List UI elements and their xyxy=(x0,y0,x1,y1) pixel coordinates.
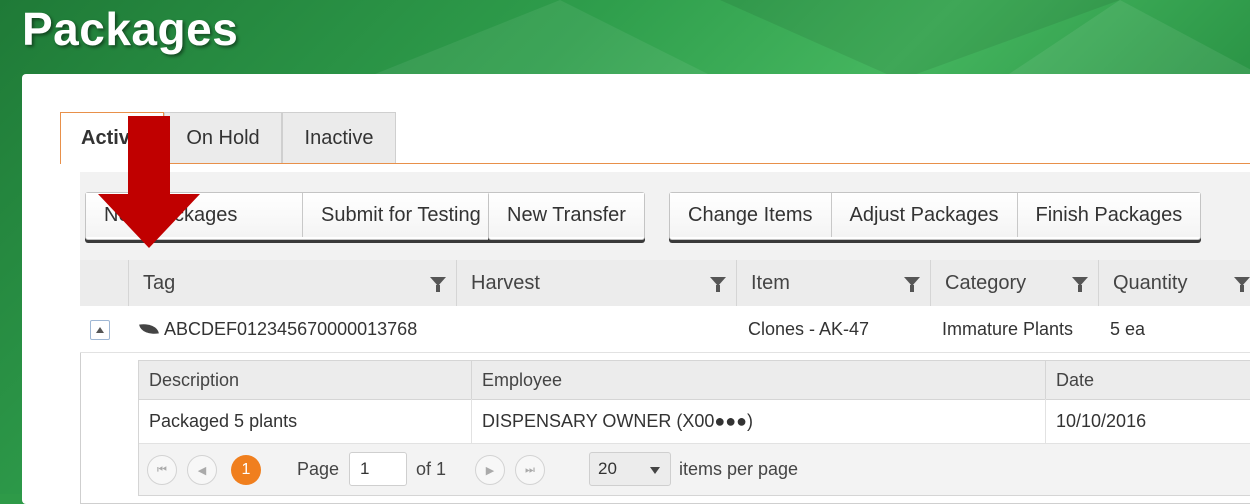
button-group-items: Change Items Adjust Packages Finish Pack… xyxy=(669,192,1202,240)
items-per-page-label: items per page xyxy=(679,459,799,479)
leaf-icon xyxy=(139,321,159,337)
column-header-label: Item xyxy=(751,271,790,294)
detail-column-header-date[interactable]: Date xyxy=(1045,361,1250,399)
column-header-item[interactable]: Item xyxy=(736,260,930,306)
chevron-down-icon xyxy=(650,467,660,474)
filter-icon[interactable] xyxy=(710,277,726,292)
button-group-transfer: New Transfer xyxy=(488,192,645,240)
detail-cell-date: 10/10/2016 xyxy=(1045,399,1250,443)
cell-category: Immature Plants xyxy=(942,318,1074,339)
change-items-button[interactable]: Change Items xyxy=(670,193,832,237)
page-label: Page xyxy=(297,459,340,479)
filter-icon[interactable] xyxy=(430,277,446,292)
filter-icon[interactable] xyxy=(1072,277,1088,292)
cell-item: Clones - AK-47 xyxy=(748,318,870,339)
last-page-button[interactable]: ⏭ xyxy=(515,455,545,485)
table-header: Tag Harvest Item Category Quantity xyxy=(80,260,1250,307)
new-transfer-button[interactable]: New Transfer xyxy=(489,193,644,237)
column-header-harvest[interactable]: Harvest xyxy=(456,260,736,306)
tag-value: ABCDEF012345670000013768 xyxy=(164,318,418,339)
expand-column-header xyxy=(80,260,128,306)
detail-row[interactable]: Packaged 5 plants DISPENSARY OWNER (X00●… xyxy=(139,399,1250,444)
cell-harvest xyxy=(456,306,736,352)
column-header-label: Tag xyxy=(143,271,176,294)
filter-icon[interactable] xyxy=(904,277,920,292)
column-header-tag[interactable]: Tag xyxy=(128,260,456,306)
submit-for-testing-button[interactable]: Submit for Testing xyxy=(303,193,499,237)
red-arrow-annotation xyxy=(98,116,200,248)
first-page-button[interactable]: ⏮ xyxy=(147,455,177,485)
tab-inactive[interactable]: Inactive xyxy=(282,112,396,164)
next-page-button[interactable]: ▶ xyxy=(475,455,505,485)
detail-cell-employee: DISPENSARY OWNER (X00●●●) xyxy=(471,399,1045,443)
page-count-label: of 1 xyxy=(416,459,447,479)
column-header-label: Quantity xyxy=(1113,271,1188,294)
filter-icon[interactable] xyxy=(1234,277,1250,292)
page-size-value: 20 xyxy=(598,459,617,478)
detail-header: Description Employee Date xyxy=(139,361,1250,400)
column-header-category[interactable]: Category xyxy=(930,260,1098,306)
pager: ⏮ ◀ 1 Page 1 of 1 ▶ ⏭ 20 items per page xyxy=(139,444,1250,495)
page-number-input[interactable]: 1 xyxy=(349,452,407,486)
detail-column-header-description[interactable]: Description xyxy=(139,361,471,399)
finish-packages-button[interactable]: Finish Packages xyxy=(1017,193,1201,237)
cell-tag: ABCDEF012345670000013768 xyxy=(128,306,456,352)
detail-column-header-employee[interactable]: Employee xyxy=(471,361,1045,399)
table-row[interactable]: ABCDEF012345670000013768 Clones - AK-47 … xyxy=(80,306,1250,353)
column-header-label: Harvest xyxy=(471,271,540,294)
prev-page-button[interactable]: ◀ xyxy=(187,455,217,485)
tab-divider xyxy=(164,163,1250,164)
current-page-badge[interactable]: 1 xyxy=(231,455,261,485)
page-title: Packages xyxy=(22,3,239,55)
grid-toolbar: New Packages Submit for Testing New Tran… xyxy=(80,172,1250,261)
detail-cell-description: Packaged 5 plants xyxy=(149,410,298,431)
detail-grid: Description Employee Date Packaged 5 pla… xyxy=(138,360,1250,496)
column-header-quantity[interactable]: Quantity xyxy=(1098,260,1250,306)
page-size-select[interactable]: 20 xyxy=(589,452,671,486)
adjust-packages-button[interactable]: Adjust Packages xyxy=(831,193,1018,237)
column-header-label: Category xyxy=(945,271,1027,294)
cell-quantity: 5 ea xyxy=(1110,318,1146,339)
collapse-row-icon[interactable] xyxy=(90,320,110,340)
